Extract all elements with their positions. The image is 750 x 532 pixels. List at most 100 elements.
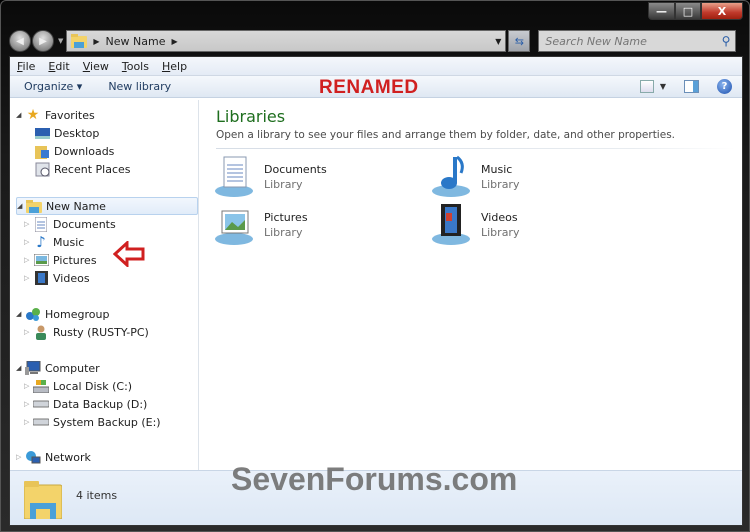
expand-arrow-icon[interactable]: ◢ — [16, 310, 25, 318]
maximize-icon: □ — [682, 4, 694, 18]
tree-rusty-pc[interactable]: ▷ Rusty (RUSTY-PC) — [24, 323, 149, 341]
command-bar-right: ▼ ? — [639, 79, 732, 94]
menu-edit[interactable]: Edit — [48, 60, 69, 73]
search-input[interactable] — [545, 34, 706, 48]
documents-icon — [33, 216, 49, 232]
collapsed-arrow-icon[interactable]: ▷ — [24, 382, 33, 390]
libraries-heading: Libraries — [216, 107, 286, 126]
minimize-button[interactable]: — — [648, 2, 675, 20]
library-music[interactable]: Music Library — [431, 155, 631, 199]
library-pictures[interactable]: Pictures Library — [214, 203, 414, 247]
breadcrumb-separator-icon[interactable]: ▶ — [172, 37, 178, 46]
library-name: Pictures — [264, 211, 308, 224]
pictures-library-icon — [214, 203, 258, 247]
address-dropdown-icon[interactable]: ▼ — [495, 37, 501, 46]
library-documents[interactable]: Documents Library — [214, 155, 414, 199]
breadcrumb-new-name[interactable]: New Name — [106, 35, 166, 48]
menu-view[interactable]: View — [83, 60, 109, 73]
recent-pages-dropdown[interactable]: ▼ — [58, 37, 63, 45]
explorer-client-area: File Edit View Tools Help Organize ▾ New… — [9, 56, 743, 526]
tree-documents[interactable]: ▷ Documents — [24, 215, 116, 233]
back-button[interactable]: ◀ — [9, 30, 31, 52]
libraries-description: Open a library to see your files and arr… — [216, 129, 675, 141]
menu-file[interactable]: File — [17, 60, 35, 73]
homegroup-icon — [25, 306, 41, 322]
tree-pictures[interactable]: ▷ Pictures — [24, 251, 97, 269]
tree-videos[interactable]: ▷ Videos — [24, 269, 90, 287]
new-library-button[interactable]: New library — [108, 80, 171, 93]
recent-places-icon — [34, 161, 50, 177]
collapsed-arrow-icon[interactable]: ▷ — [24, 274, 33, 282]
explorer-window: — □ X ◀ ▶ ▼ ▶ New Name ▶ ▼ ⇆ ⚲ File Edit… — [0, 0, 750, 532]
collapsed-arrow-icon[interactable]: ▷ — [24, 400, 33, 408]
collapsed-arrow-icon[interactable]: ▷ — [24, 220, 33, 228]
library-videos[interactable]: Videos Library — [431, 203, 631, 247]
network-icon — [25, 449, 41, 465]
command-bar: Organize ▾ New library RENAMED ▼ ? — [10, 76, 742, 98]
user-icon — [33, 324, 49, 340]
drive-icon — [33, 414, 49, 430]
tree-network[interactable]: ▷ Network — [16, 448, 91, 466]
close-icon: X — [717, 4, 727, 18]
address-bar[interactable]: ▶ New Name ▶ ▼ — [66, 30, 507, 52]
item-count: 4 items — [76, 489, 118, 502]
preview-pane-icon[interactable] — [684, 80, 699, 93]
tree-desktop[interactable]: Desktop — [34, 124, 99, 142]
forward-arrow-icon: ▶ — [39, 35, 47, 47]
music-icon: ♪ — [36, 233, 46, 251]
collapsed-arrow-icon[interactable]: ▷ — [16, 453, 25, 461]
search-icon[interactable]: ⚲ — [722, 34, 731, 48]
star-icon: ★ — [26, 107, 40, 123]
library-name: Documents — [264, 163, 327, 176]
tree-new-name-libraries[interactable]: ◢ New Name — [16, 197, 198, 215]
documents-library-icon — [214, 155, 258, 199]
search-box[interactable]: ⚲ — [538, 30, 737, 52]
libraries-folder-icon — [71, 34, 88, 48]
divider — [216, 148, 736, 149]
library-type: Library — [481, 226, 520, 239]
videos-library-icon — [431, 203, 475, 247]
help-icon[interactable]: ? — [717, 79, 732, 94]
tree-data-backup-d[interactable]: ▷ Data Backup (D:) — [24, 395, 147, 413]
videos-icon — [33, 270, 49, 286]
expand-arrow-icon[interactable]: ◢ — [17, 202, 26, 210]
tree-recent-places[interactable]: Recent Places — [34, 160, 131, 178]
collapsed-arrow-icon[interactable]: ▷ — [24, 328, 33, 336]
library-type: Library — [481, 178, 520, 191]
close-button[interactable]: X — [701, 2, 743, 20]
change-view-icon[interactable] — [639, 80, 654, 93]
renamed-annotation: RENAMED — [319, 77, 419, 98]
navigation-bar: ◀ ▶ ▼ ▶ New Name ▶ ▼ ⇆ ⚲ — [9, 28, 741, 54]
library-name: Videos — [481, 211, 518, 224]
collapsed-arrow-icon[interactable]: ▷ — [24, 238, 33, 246]
tree-local-disk-c[interactable]: ▷ Local Disk (C:) — [24, 377, 132, 395]
tree-downloads[interactable]: Downloads — [34, 142, 114, 160]
refresh-button[interactable]: ⇆ — [508, 30, 531, 52]
view-options-dropdown-icon[interactable]: ▼ — [660, 82, 666, 91]
forward-button[interactable]: ▶ — [32, 30, 54, 52]
expand-arrow-icon[interactable]: ◢ — [16, 364, 25, 372]
expand-arrow-icon[interactable]: ◢ — [16, 111, 25, 119]
navigation-pane: ◢ ★ Favorites Desktop Downloads Recent P… — [10, 100, 199, 472]
minimize-icon: — — [656, 4, 667, 18]
tree-music[interactable]: ▷ ♪ Music — [24, 233, 84, 251]
tree-homegroup[interactable]: ◢ Homegroup — [16, 305, 109, 323]
organize-button[interactable]: Organize ▾ — [24, 80, 82, 93]
menu-help[interactable]: Help — [162, 60, 187, 73]
libraries-icon — [26, 198, 42, 214]
red-arrow-annotation-icon — [113, 241, 145, 267]
tree-computer[interactable]: ◢ Computer — [16, 359, 100, 377]
system-drive-icon — [33, 378, 49, 394]
back-arrow-icon: ◀ — [16, 35, 24, 47]
collapsed-arrow-icon[interactable]: ▷ — [24, 418, 33, 426]
downloads-icon — [34, 143, 50, 159]
tree-favorites[interactable]: ◢ ★ Favorites — [16, 106, 95, 124]
menu-tools[interactable]: Tools — [122, 60, 149, 73]
maximize-button[interactable]: □ — [675, 2, 701, 20]
breadcrumb-separator-icon[interactable]: ▶ — [93, 37, 99, 46]
pictures-icon — [33, 252, 49, 268]
content-pane: Libraries Open a library to see your fil… — [200, 100, 742, 472]
collapsed-arrow-icon[interactable]: ▷ — [24, 256, 33, 264]
tree-system-backup-e[interactable]: ▷ System Backup (E:) — [24, 413, 161, 431]
library-type: Library — [264, 226, 303, 239]
